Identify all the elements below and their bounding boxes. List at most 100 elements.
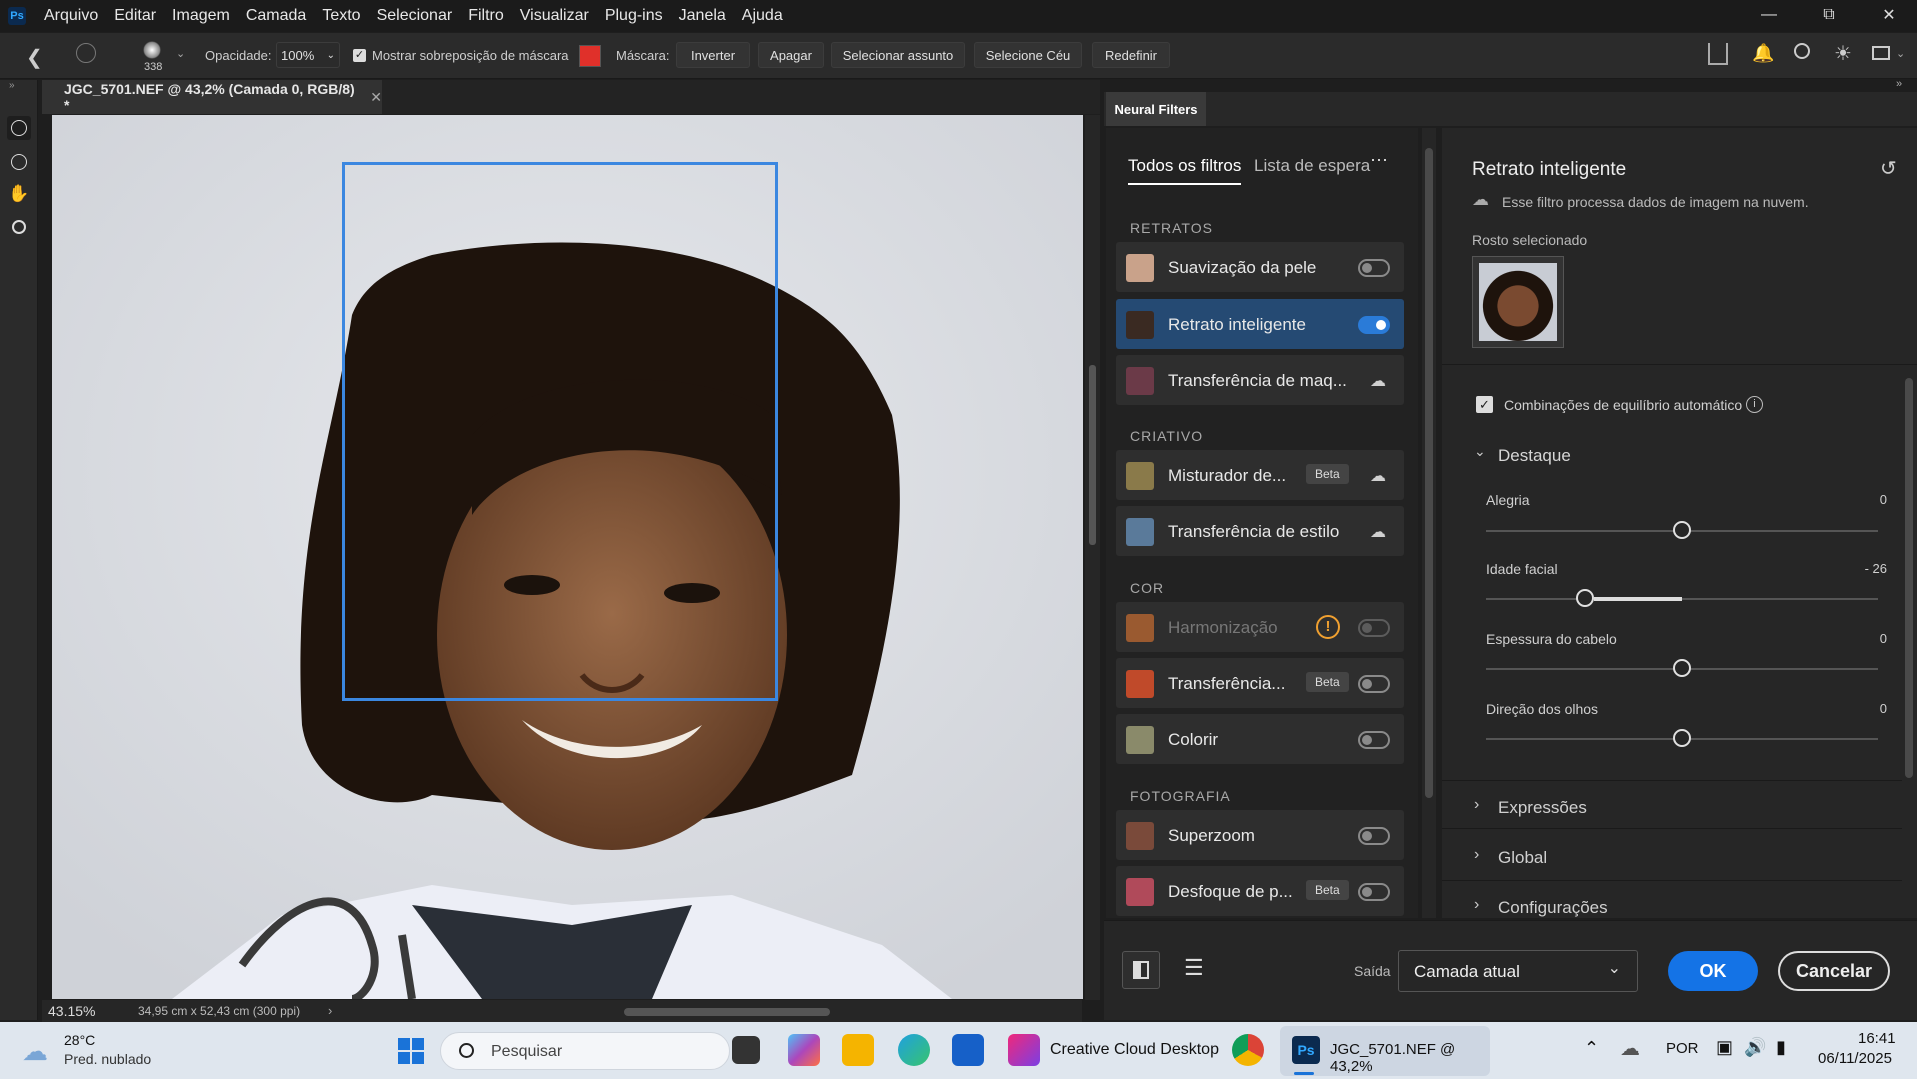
- filter-style-transfer[interactable]: Transferência de estilo ☁: [1116, 506, 1404, 556]
- settings-scrollbar[interactable]: [1902, 368, 1916, 918]
- filter-landscape-mixer[interactable]: Misturador de... Beta ☁: [1116, 450, 1404, 500]
- smart-portrait-toggle[interactable]: [1358, 316, 1390, 334]
- slider-knob-alegria[interactable]: [1673, 521, 1691, 539]
- slider-value-direcao-olhos[interactable]: 0: [1880, 701, 1887, 716]
- filter-superzoom[interactable]: Superzoom: [1116, 810, 1404, 860]
- menu-imagem[interactable]: Imagem: [172, 7, 230, 25]
- cc-label[interactable]: Creative Cloud Desktop: [1050, 1041, 1219, 1059]
- slider-knob-espessura-cabelo[interactable]: [1673, 659, 1691, 677]
- volume-icon[interactable]: 🔊: [1744, 1037, 1766, 1058]
- superzoom-toggle[interactable]: [1358, 827, 1390, 845]
- clock-time[interactable]: 16:41: [1858, 1030, 1896, 1047]
- zoom-tool-icon[interactable]: [7, 215, 31, 239]
- edge-icon[interactable]: [898, 1034, 930, 1066]
- chevron-up-icon[interactable]: ⌃: [1584, 1038, 1599, 1059]
- select-sky-button[interactable]: Selecione Céu: [974, 42, 1082, 68]
- slider-value-espessura-cabelo[interactable]: 0: [1880, 631, 1887, 646]
- filters-list-scrollbar[interactable]: [1422, 128, 1436, 918]
- erase-button[interactable]: Apagar: [758, 42, 824, 68]
- filter-depth-blur[interactable]: Desfoque de p... Beta: [1116, 866, 1404, 916]
- eraser-tool-icon[interactable]: [7, 150, 31, 174]
- filter-smart-portrait[interactable]: Retrato inteligente: [1116, 299, 1404, 349]
- info-icon[interactable]: i: [1746, 396, 1763, 413]
- tab-all-filters[interactable]: Todos os filtros: [1128, 156, 1242, 185]
- harmonization-toggle[interactable]: [1358, 619, 1390, 637]
- bell-icon[interactable]: 🔔: [1752, 43, 1774, 64]
- mask-overlay-checkbox[interactable]: ✓: [353, 49, 366, 62]
- chevron-right-icon[interactable]: ›: [1474, 796, 1479, 814]
- cloud-download-icon[interactable]: ☁: [1370, 371, 1386, 391]
- more-options-icon[interactable]: ⋯: [1370, 150, 1388, 171]
- compare-view-icon[interactable]: [1122, 951, 1160, 989]
- invert-button[interactable]: Inverter: [676, 42, 750, 68]
- document-tab[interactable]: JGC_5701.NEF @ 43,2% (Camada 0, RGB/8) *…: [42, 80, 382, 114]
- selected-face-thumbnail[interactable]: [1472, 256, 1564, 348]
- onedrive-icon[interactable]: ☁: [1620, 1036, 1640, 1061]
- skin-smoothing-toggle[interactable]: [1358, 259, 1390, 277]
- copilot-icon[interactable]: [788, 1034, 820, 1066]
- menu-selecionar[interactable]: Selecionar: [377, 7, 453, 25]
- filter-skin-smoothing[interactable]: Suavização da pele: [1116, 242, 1404, 292]
- menu-ajuda[interactable]: Ajuda: [742, 7, 783, 25]
- search-icon[interactable]: [1794, 43, 1810, 59]
- hand-tool-icon[interactable]: ✋: [7, 182, 31, 206]
- expand-icon[interactable]: »: [9, 80, 15, 91]
- face-selection-box[interactable]: [342, 162, 778, 701]
- opacity-field[interactable]: 100% ⌄: [276, 42, 340, 68]
- slider-value-idade-facial[interactable]: - 26: [1865, 561, 1887, 576]
- crosshair-brush-icon[interactable]: [76, 43, 96, 63]
- group-configuracoes[interactable]: Configurações: [1498, 898, 1608, 918]
- workspace-icon[interactable]: [1872, 46, 1890, 60]
- weather-desc[interactable]: Pred. nublado: [64, 1051, 151, 1067]
- ok-button[interactable]: OK: [1668, 951, 1758, 991]
- minimize-icon[interactable]: —: [1746, 0, 1792, 30]
- select-subject-button[interactable]: Selecionar assunto: [831, 42, 965, 68]
- menu-filtro[interactable]: Filtro: [468, 7, 504, 25]
- battery-icon[interactable]: ▮: [1776, 1037, 1786, 1058]
- image-canvas[interactable]: [52, 115, 1083, 999]
- lightbulb-icon[interactable]: ☀: [1834, 41, 1852, 66]
- restore-icon[interactable]: ⧉: [1806, 0, 1852, 30]
- menu-camada[interactable]: Camada: [246, 7, 306, 25]
- menu-arquivo[interactable]: Arquivo: [44, 7, 98, 25]
- weather-temp[interactable]: 28°C: [64, 1032, 95, 1048]
- back-arrow-icon[interactable]: ❮: [26, 45, 43, 70]
- mask-color-swatch[interactable]: [579, 45, 601, 67]
- depth-blur-toggle[interactable]: [1358, 883, 1390, 901]
- cloud-download-icon[interactable]: ☁: [1370, 522, 1386, 542]
- menu-plugins[interactable]: Plug-ins: [605, 7, 663, 25]
- filter-makeup-transfer[interactable]: Transferência de maq... ☁: [1116, 355, 1404, 405]
- colorize-toggle[interactable]: [1358, 731, 1390, 749]
- file-explorer-icon[interactable]: [842, 1034, 874, 1066]
- creative-cloud-icon[interactable]: [1008, 1034, 1040, 1066]
- layers-output-icon[interactable]: ☰: [1184, 955, 1204, 981]
- status-menu-chevron-icon[interactable]: ›: [328, 1003, 332, 1018]
- chrome-icon[interactable]: [1232, 1034, 1264, 1066]
- chevron-right-icon[interactable]: ›: [1474, 846, 1479, 864]
- menu-texto[interactable]: Texto: [322, 7, 360, 25]
- vertical-scrollbar[interactable]: [1085, 115, 1100, 1000]
- group-destaque[interactable]: Destaque: [1498, 446, 1571, 466]
- zoom-level[interactable]: 43.15%: [48, 1003, 95, 1019]
- close-icon[interactable]: ✕: [1866, 0, 1912, 30]
- menu-janela[interactable]: Janela: [679, 7, 726, 25]
- task-view-icon[interactable]: [732, 1036, 760, 1064]
- brush-tool-icon[interactable]: [7, 116, 31, 140]
- clock-date[interactable]: 06/11/2025: [1818, 1050, 1892, 1067]
- filter-harmonization[interactable]: Harmonização !: [1116, 602, 1404, 652]
- color-transfer-toggle[interactable]: [1358, 675, 1390, 693]
- neural-filters-tab[interactable]: Neural Filters: [1106, 92, 1206, 126]
- reset-filter-icon[interactable]: ↺: [1880, 156, 1897, 181]
- panel-collapse-icon[interactable]: »: [1896, 78, 1902, 90]
- slider-value-alegria[interactable]: 0: [1880, 492, 1887, 507]
- chevron-down-icon[interactable]: ⌄: [1474, 443, 1486, 460]
- tab-waitlist[interactable]: Lista de espera: [1254, 156, 1370, 176]
- slider-knob-direcao-olhos[interactable]: [1673, 729, 1691, 747]
- menu-visualizar[interactable]: Visualizar: [520, 7, 589, 25]
- network-icon[interactable]: ▣: [1716, 1037, 1733, 1058]
- store-icon[interactable]: [952, 1034, 984, 1066]
- filter-color-transfer[interactable]: Transferência... Beta: [1116, 658, 1404, 708]
- taskbar-search[interactable]: Pesquisar: [440, 1032, 730, 1070]
- chevron-down-icon[interactable]: ⌄: [176, 47, 185, 60]
- menu-editar[interactable]: Editar: [114, 7, 156, 25]
